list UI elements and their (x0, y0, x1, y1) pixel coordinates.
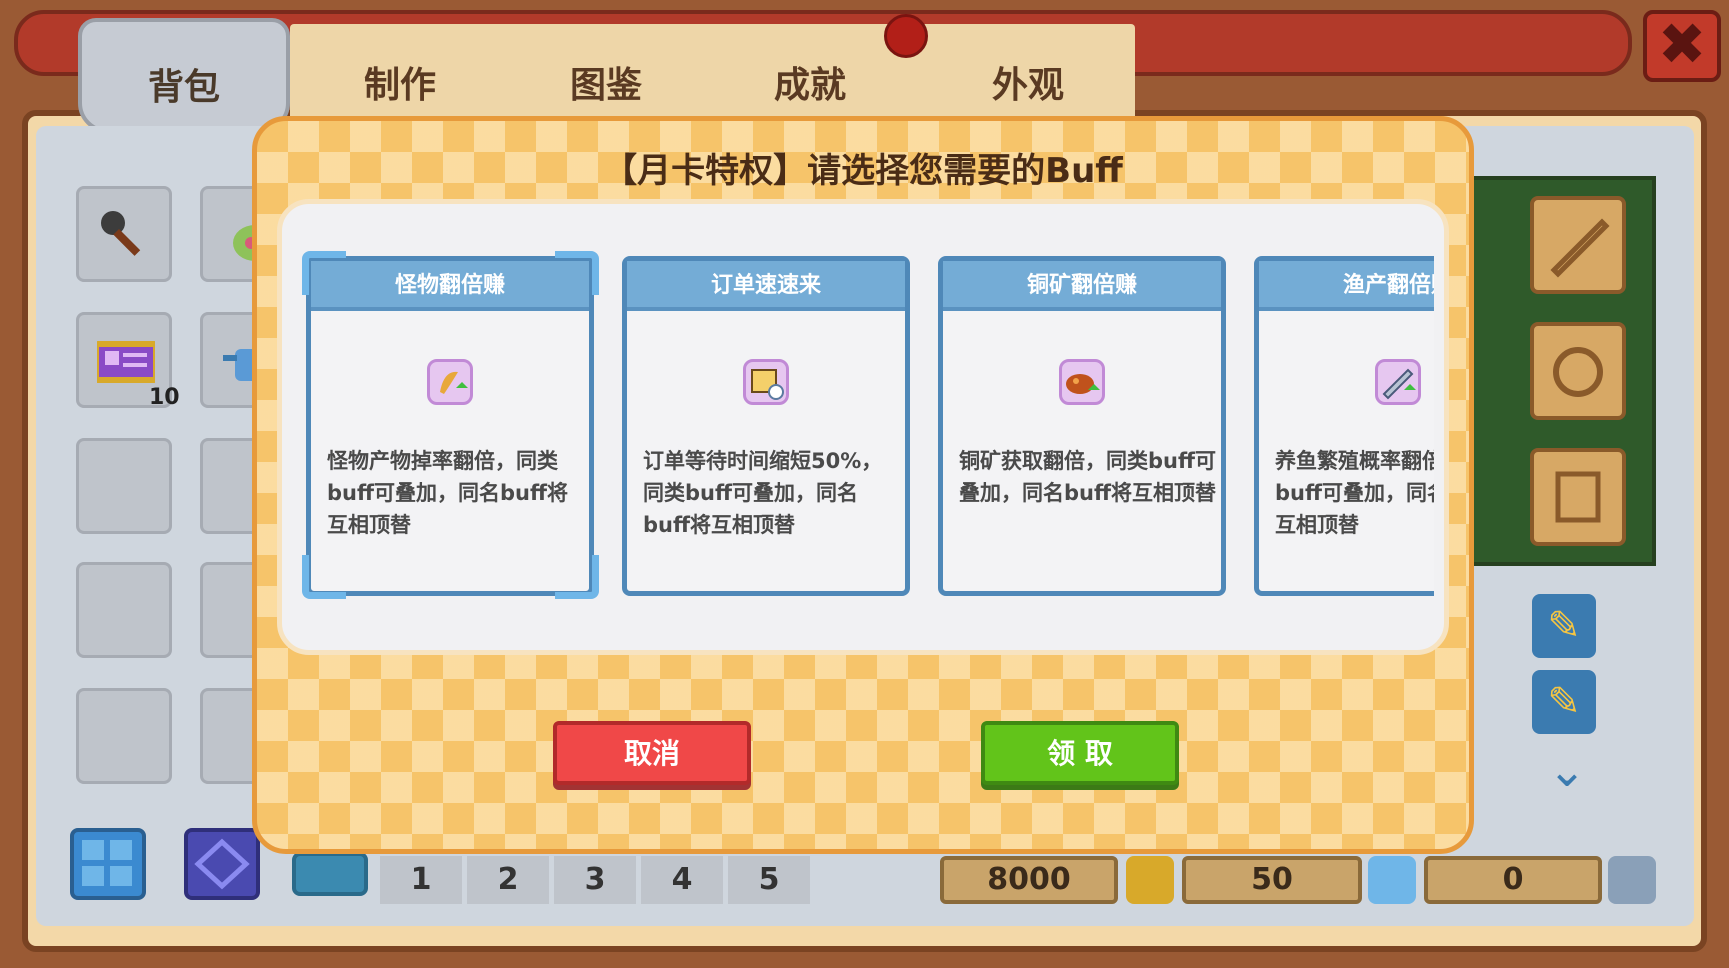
order-clock-icon (743, 359, 789, 405)
selection-corner (302, 555, 346, 599)
pencil-icon[interactable]: ✎ (1532, 670, 1596, 734)
scroll-icon (1555, 471, 1601, 523)
buff-card-order[interactable]: 订单速速来 订单等待时间缩短50%，同类buff可叠加，同名buff将互相顶替 (622, 256, 910, 596)
page-button[interactable]: 3 (554, 856, 636, 904)
tab-crafting[interactable]: 制作 (364, 56, 436, 108)
buff-card-title: 渔产翻倍赚 (1259, 261, 1434, 311)
buff-card-list: 怪物翻倍赚 怪物产物掉率翻倍，同类buff可叠加，同名buff将互相顶替 订单速… (282, 204, 1434, 650)
id-card-icon (93, 333, 159, 391)
buff-card-description: 怪物产物掉率翻倍，同类buff可叠加，同名buff将互相顶替 (327, 449, 568, 537)
inventory-slot-shovel[interactable] (76, 186, 172, 282)
page-button[interactable]: 5 (728, 856, 810, 904)
gold-coin-icon (1126, 856, 1174, 904)
inventory-slot-empty[interactable] (76, 438, 172, 534)
equip-ring-button[interactable] (1530, 322, 1626, 420)
equip-scroll-button[interactable] (1530, 448, 1626, 546)
grid-view-button[interactable] (70, 828, 146, 900)
tab-backpack[interactable]: 背包 (78, 18, 290, 133)
tab-collection[interactable]: 图鉴 (570, 56, 642, 108)
clock-icon (1368, 856, 1416, 904)
buff-card-title: 订单速速来 (627, 261, 905, 311)
buff-card-title: 铜矿翻倍赚 (943, 261, 1221, 311)
token-amount: 0 (1424, 856, 1602, 904)
gem-amount: 50 (1182, 856, 1362, 904)
equip-tool-button[interactable] (1530, 196, 1626, 294)
buff-card-description: 订单等待时间缩短50%，同类buff可叠加，同名buff将互相顶替 (643, 449, 883, 537)
buff-select-dialog: 【月卡特权】请选择您需要的Buff 怪物翻倍赚 怪物产物掉率翻倍，同类buff可… (252, 116, 1474, 854)
dialog-title: 【月卡特权】请选择您需要的Buff (603, 151, 1123, 191)
monster-drop-icon (427, 359, 473, 405)
page-button[interactable]: 2 (467, 856, 549, 904)
chevron-down-icon[interactable]: ⌄ (1540, 747, 1594, 793)
copper-ore-icon (1059, 359, 1105, 405)
buff-card-monster[interactable]: 怪物翻倍赚 怪物产物掉率翻倍，同类buff可叠加，同名buff将互相顶替 (306, 256, 594, 596)
red-pin-icon (884, 14, 928, 58)
sort-icon (194, 838, 250, 890)
sort-button[interactable] (184, 828, 260, 900)
grid-icon (82, 840, 132, 886)
buff-card-title: 怪物翻倍赚 (311, 261, 589, 311)
sword-icon (1550, 218, 1610, 278)
gold-amount: 8000 (940, 856, 1118, 904)
selection-corner (302, 251, 346, 295)
inventory-slot-id-card[interactable]: 10 (76, 312, 180, 410)
selection-corner (555, 251, 599, 295)
close-button[interactable]: ✖ (1643, 10, 1721, 82)
tab-achievements[interactable]: 成就 (774, 56, 846, 108)
ring-icon (1553, 347, 1603, 397)
storage-button[interactable] (292, 852, 368, 896)
pencil-icon[interactable]: ✎ (1532, 594, 1596, 658)
selection-corner (555, 555, 599, 599)
item-quantity: 10 (149, 385, 180, 410)
cancel-button[interactable]: 取消 (553, 721, 751, 785)
claim-button[interactable]: 领 取 (981, 721, 1179, 785)
buff-card-fish[interactable]: 渔产翻倍赚 养鱼繁殖概率翻倍，同类buff可叠加，同名buff将互相顶替 (1254, 256, 1434, 596)
chest-icon (1608, 856, 1656, 904)
tab-appearance[interactable]: 外观 (992, 56, 1064, 108)
fish-icon (1375, 359, 1421, 405)
buff-card-copper[interactable]: 铜矿翻倍赚 铜矿获取翻倍，同类buff可叠加，同名buff将互相顶替 (938, 256, 1226, 596)
buff-list-panel: 怪物翻倍赚 怪物产物掉率翻倍，同类buff可叠加，同名buff将互相顶替 订单速… (277, 199, 1449, 655)
page-button[interactable]: 1 (380, 856, 462, 904)
shovel-icon (97, 207, 155, 265)
buff-card-description: 养鱼繁殖概率翻倍，同类buff可叠加，同名buff将互相顶替 (1275, 449, 1434, 537)
inventory-slot-empty[interactable] (76, 562, 172, 658)
inventory-slot-empty[interactable] (76, 688, 172, 784)
buff-card-description: 铜矿获取翻倍，同类buff可叠加，同名buff将互相顶替 (959, 449, 1216, 505)
page-button[interactable]: 4 (641, 856, 723, 904)
